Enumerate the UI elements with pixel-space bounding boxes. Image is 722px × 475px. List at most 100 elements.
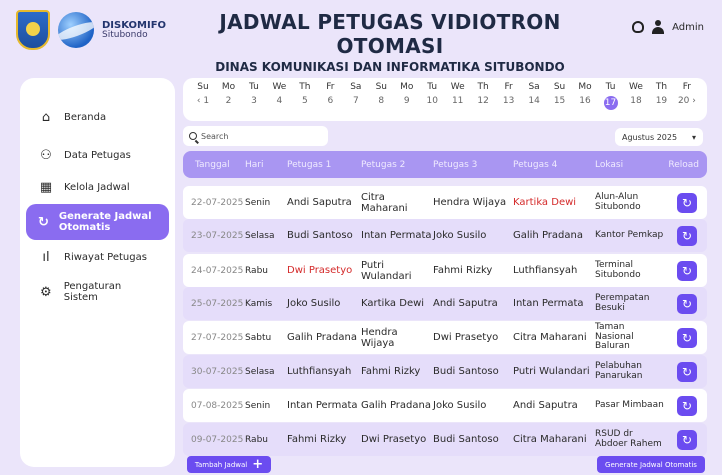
sidebar-item-riwayat-petugas[interactable]: ıl Riwayat Petugas [26, 242, 169, 272]
cell-day: Senin [245, 400, 271, 411]
generate-schedule-button[interactable]: Generate Jadwal Otomatis [597, 456, 705, 473]
cell-p3: Joko Susilo [433, 400, 487, 411]
refresh-icon: ↻ [38, 214, 49, 230]
calendar-day-label: Su [197, 82, 209, 92]
cell-date: 24-07-2025 [191, 265, 244, 276]
table-row: 07-08-2025 Senin Intan Permata Galih Pradan… [183, 389, 707, 422]
calendar-date[interactable]: 7 [344, 96, 368, 110]
calendar-day-label: Fr [326, 82, 335, 92]
table-row: 25-07-2025 Kamis Joko Susilo Kartika Dewi An… [183, 287, 707, 320]
reload-row-button[interactable]: ↻ [677, 361, 697, 382]
cell-p4: Citra Maharani [513, 332, 587, 343]
reload-row-button[interactable]: ↻ [677, 327, 697, 348]
add-schedule-label: Tambah Jadwal [194, 460, 248, 469]
bell-icon[interactable] [632, 21, 645, 33]
sidebar-item-pengaturan[interactable]: ⚙ Pengaturan Sistem [26, 274, 169, 310]
calendar-date[interactable]: 10 [420, 96, 444, 110]
search-input[interactable]: Search [183, 126, 328, 146]
cell-p2: Putri Wulandari [361, 259, 412, 282]
cell-date: 27-07-2025 [191, 332, 244, 343]
brand: DISKOMIFO Situbondo [16, 10, 166, 50]
cell-p1: Luthfiansyah [287, 366, 352, 377]
month-select[interactable]: Agustus 2025 ▾ [615, 128, 703, 146]
cell-p4: Intan Permata [513, 298, 584, 309]
calendar-day-label: Sa [528, 82, 540, 92]
cell-loc: RSUD dr Abdoer Rahem [595, 428, 662, 449]
calendar-date[interactable]: 8 [369, 96, 393, 110]
plus-icon: + [252, 457, 264, 472]
cell-date: 23-07-2025 [191, 230, 244, 241]
brand-name: DISKOMIFO [102, 19, 167, 31]
cell-day: Rabu [245, 265, 268, 276]
sidebar-item-data-petugas[interactable]: ⚇ Data Petugas [26, 140, 169, 170]
cell-p2: Galih Pradana [361, 400, 431, 411]
calendar-date[interactable]: 20 › [675, 96, 699, 110]
calendar-day-label: Fr [504, 82, 513, 92]
add-schedule-button[interactable]: Tambah Jadwal + [187, 456, 271, 473]
home-icon: ⌂ [41, 109, 51, 125]
table-row: 22-07-2025 Senin Andi Saputra Citra Maharan… [183, 186, 707, 219]
chevron-down-icon: ▾ [691, 132, 696, 142]
calendar-date[interactable]: 4 [267, 96, 291, 110]
cell-loc: Terminal Situbondo [595, 259, 641, 280]
calendar-day-label: Tu [249, 82, 259, 92]
col-header: Hari [245, 159, 264, 170]
reload-row-button[interactable]: ↻ [677, 293, 697, 314]
cell-date: 30-07-2025 [191, 366, 244, 377]
reload-row-button[interactable]: ↻ [677, 260, 697, 281]
date-strip: Su Mo Tu We Th Fr Sa Su Mo Tu We Th Fr Sa Su Mo Tu We Th Fr… [183, 78, 707, 121]
cell-p1: Fahmi Rizky [287, 434, 347, 445]
cell-p3: Budi Santoso [433, 434, 499, 445]
cell-date: 09-07-2025 [191, 434, 244, 445]
sidebar-item-beranda[interactable]: ⌂ Beranda [26, 102, 169, 132]
col-header: Petugas 2 [361, 159, 406, 170]
chart-icon: ıl [42, 249, 50, 265]
cell-p2: Dwi Prasetyo [361, 434, 427, 445]
calendar-date[interactable]: 19 [649, 96, 673, 110]
search-placeholder: Search [201, 131, 229, 141]
gear-icon: ⚙ [40, 284, 52, 300]
user-name[interactable]: Admin [672, 22, 704, 33]
cell-loc: Perempatan Besuki [595, 292, 650, 313]
sidebar-item-label: Pengaturan Sistem [63, 281, 122, 303]
cell-loc: Pasar Mimbaan [595, 399, 664, 410]
calendar-date[interactable]: 18 [624, 96, 648, 110]
calendar-date[interactable]: 17 [603, 96, 618, 110]
cell-p1: Dwi Prasetyo [287, 265, 353, 276]
cell-p2: Fahmi Rizky [361, 366, 421, 377]
cell-p2: Hendra Wijaya [361, 326, 398, 349]
calendar-date[interactable]: 11 [446, 96, 470, 110]
cell-day: Kamis [245, 298, 273, 309]
sidebar: ⌂ Beranda ⚇ Data Petugas ▦ Kelola Jadwal… [20, 78, 175, 467]
calendar-date[interactable]: 12 [471, 96, 495, 110]
calendar-date[interactable]: 9 [395, 96, 419, 110]
calendar-date[interactable]: 15 [548, 96, 572, 110]
calendar-date[interactable]: 2 [216, 96, 240, 110]
reload-row-button[interactable]: ↻ [677, 192, 697, 213]
cell-loc: Taman Nasional Baluran [595, 321, 634, 352]
calendar-date[interactable]: 6 [318, 96, 342, 110]
calendar-date[interactable]: 5 [293, 96, 317, 110]
calendar-day-label: Mo [221, 82, 236, 92]
calendar-date[interactable]: ‹ 1 [191, 96, 215, 110]
table-row: 27-07-2025 Sabtu Galih Pradana Hendra Wijay… [183, 321, 707, 354]
cell-date: 25-07-2025 [191, 298, 244, 309]
calendar-date[interactable]: 13 [497, 96, 521, 110]
calendar-date[interactable]: 3 [242, 96, 266, 110]
reload-row-button[interactable]: ↻ [677, 429, 697, 450]
calendar-date[interactable]: 16 [573, 96, 597, 110]
reload-row-button[interactable]: ↻ [677, 395, 697, 416]
col-header: Reload [668, 159, 699, 170]
cell-p4: Citra Maharani [513, 434, 587, 445]
page-header: JADWAL PETUGAS VIDIOTRON OTOMASI DINAS K… [200, 10, 580, 74]
sidebar-item-label: Beranda [64, 111, 107, 123]
calendar-date[interactable]: 14 [522, 96, 546, 110]
sidebar-item-generate-jadwal[interactable]: ↻ Generate Jadwal Otomatis [26, 204, 169, 240]
cell-p3: Joko Susilo [433, 230, 487, 241]
reload-row-button[interactable]: ↻ [677, 225, 697, 246]
user-icon[interactable] [652, 20, 665, 34]
cell-day: Sabtu [245, 332, 272, 343]
table-row: 30-07-2025 Selasa Luthfiansyah Fahmi Rizky B… [183, 355, 707, 388]
cell-p1: Galih Pradana [287, 332, 357, 343]
sidebar-item-kelola-jadwal[interactable]: ▦ Kelola Jadwal [26, 172, 169, 202]
